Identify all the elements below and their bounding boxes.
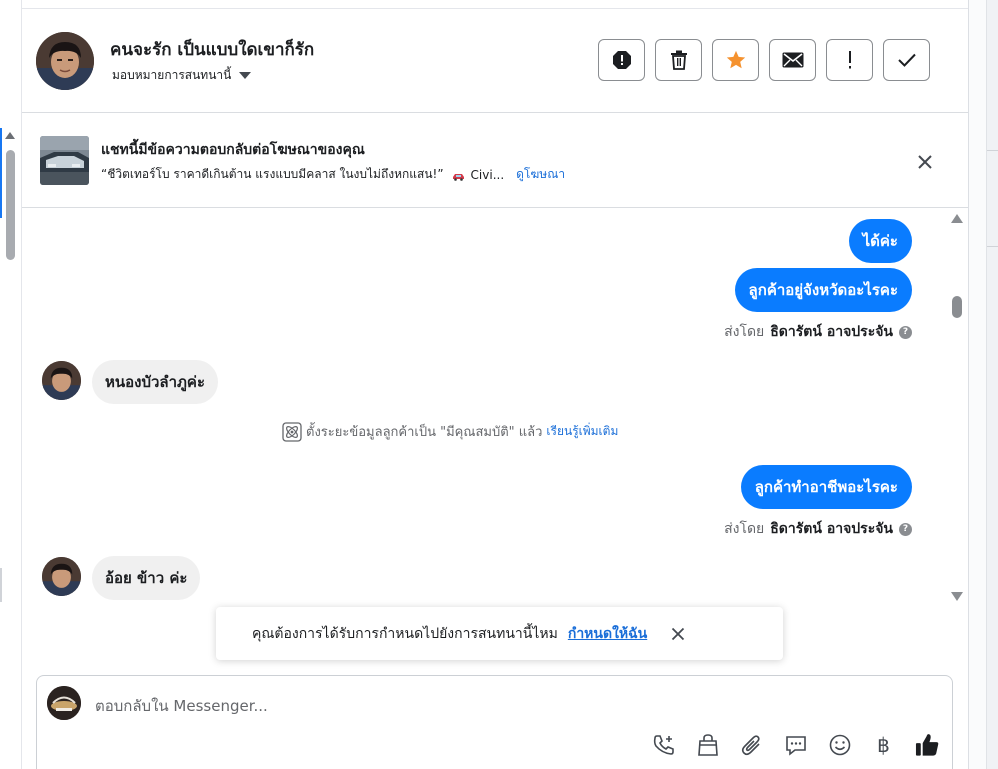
- ad-thumbnail[interactable]: [40, 136, 89, 185]
- attach-button[interactable]: [739, 732, 764, 757]
- thread-scroll-down-arrow[interactable]: [951, 592, 963, 601]
- paperclip-icon: [741, 734, 760, 755]
- assign-prompt-toast: คุณต้องการได้รับการกำหนดไปยังการสนทนานี้…: [216, 607, 783, 660]
- saved-replies-icon: [785, 735, 806, 756]
- assign-prompt-text: คุณต้องการได้รับการกำหนดไปยังการสนทนานี้…: [252, 625, 558, 642]
- thumbs-up-icon: [915, 733, 939, 756]
- system-note-text: ตั้งระยะข้อมูลลูกค้าเป็น "มีคุณสมบัติ" แ…: [306, 425, 543, 440]
- emoji-icon: [829, 734, 850, 755]
- help-icon[interactable]: ?: [899, 522, 912, 536]
- phone-add-button[interactable]: [651, 732, 676, 757]
- system-note: ตั้งระยะข้อมูลลูกค้าเป็น "มีคุณสมบัติ" แ…: [282, 421, 618, 442]
- payment-button[interactable]: ฿: [871, 732, 896, 757]
- message-thread: ได้ค่ะ ลูกค้าอยู่จังหวัดอะไรคะ ส่งโดย ธิ…: [22, 208, 968, 608]
- contact-avatar-small[interactable]: [42, 361, 81, 400]
- shop-button[interactable]: [695, 732, 720, 757]
- conversation-panel: คนจะรัก เป็นแบบใดเขาก็รัก มอบหมายการสนทน…: [22, 0, 968, 769]
- left-scroll-up-arrow[interactable]: [5, 132, 15, 139]
- conversation-header: คนจะรัก เป็นแบบใดเขาก็รัก มอบหมายการสนทน…: [22, 9, 968, 113]
- mark-done-button[interactable]: [883, 39, 930, 81]
- thread-scrollbar-thumb[interactable]: [952, 296, 962, 318]
- contact-name[interactable]: คนจะรัก เป็นแบบใดเขาก็รัก: [110, 36, 314, 63]
- sent-by-prefix: ส่งโดย: [724, 324, 765, 340]
- ad-description: “ชีวิตเทอร์โบ ราคาดีเกินต้าน แรงแบบมีคลา…: [101, 165, 565, 184]
- header-actions: [598, 39, 930, 81]
- close-icon: [672, 627, 685, 640]
- contact-avatar[interactable]: [36, 32, 94, 90]
- assign-to-me-link[interactable]: กำหนดให้ฉัน: [568, 623, 647, 645]
- shopping-bag-icon: [697, 733, 718, 756]
- sent-by-name[interactable]: ธิดารัตน์ อาจประจัน: [770, 518, 893, 540]
- ad-title: แชทนี้มีข้อความตอบกลับต่อโฆษณาของคุณ: [101, 142, 365, 158]
- sent-by-label: ส่งโดย ธิดารัตน์ อาจประจัน ?: [724, 518, 912, 540]
- left-divider-mark: [0, 568, 2, 602]
- composer-tools: ฿: [651, 732, 940, 757]
- ad-reply-banner: แชทนี้มีข้อความตอบกลับต่อโฆษณาของคุณ “ชี…: [22, 113, 968, 208]
- outgoing-message[interactable]: ลูกค้าอยู่จังหวัดอะไรคะ: [734, 268, 912, 312]
- emoji-button[interactable]: [827, 732, 852, 757]
- exclamation-octagon-icon: [612, 51, 631, 69]
- outgoing-message[interactable]: ลูกค้าทำอาชีพอะไรคะ: [740, 465, 912, 509]
- outgoing-message[interactable]: ได้ค่ะ: [848, 219, 912, 263]
- atom-icon: [282, 421, 302, 442]
- delete-button[interactable]: [655, 39, 702, 81]
- help-icon[interactable]: ?: [899, 325, 912, 339]
- sent-by-prefix: ส่งโดย: [724, 521, 765, 537]
- exclamation-icon: [848, 51, 851, 69]
- incoming-message[interactable]: หนองบัวลำภูค่ะ: [92, 360, 219, 404]
- page-avatar: [47, 686, 81, 720]
- selected-indicator: [0, 128, 2, 218]
- envelope-icon: [782, 52, 803, 68]
- ad-quote: “ชีวิตเทอร์โบ ราคาดีเกินต้าน แรงแบบมีคลา…: [101, 167, 444, 181]
- checkmark-icon: [897, 53, 916, 67]
- report-spam-button[interactable]: [598, 39, 645, 81]
- sent-by-name[interactable]: ธิดารัตน์ อาจประจัน: [770, 321, 893, 343]
- like-button[interactable]: [915, 732, 940, 757]
- star-icon: [726, 50, 745, 69]
- contact-avatar-small[interactable]: [42, 557, 81, 596]
- mark-unread-button[interactable]: [769, 39, 816, 81]
- messenger-inbox-window: คนจะรัก เป็นแบบใดเขาก็รัก มอบหมายการสนทน…: [0, 0, 998, 769]
- saved-replies-button[interactable]: [783, 732, 808, 757]
- close-icon: [918, 155, 932, 169]
- star-button[interactable]: [712, 39, 759, 81]
- view-ad-link[interactable]: ดูโฆษณา: [516, 165, 565, 184]
- ad-description-tail: Civi...: [470, 167, 505, 182]
- baht-icon: ฿: [877, 732, 890, 757]
- caret-down-icon: [239, 72, 252, 79]
- close-toast-button[interactable]: [671, 627, 685, 641]
- right-panel-edge: [968, 0, 998, 769]
- right-divider: [987, 150, 998, 151]
- left-panel-edge: [0, 0, 22, 769]
- trash-icon: [670, 50, 687, 70]
- incoming-message[interactable]: อ้อย ข้าว ค่ะ: [92, 556, 201, 600]
- follow-up-button[interactable]: [826, 39, 873, 81]
- phone-add-icon: [653, 734, 674, 755]
- right-divider: [987, 246, 998, 247]
- car-emoji-icon: [452, 170, 465, 181]
- learn-more-link[interactable]: เรียนรู้เพิ่มเติม: [546, 422, 618, 441]
- assign-conversation-dropdown[interactable]: มอบหมายการสนทนานี้: [112, 66, 252, 85]
- message-composer: ตอบกลับใน Messenger... ฿: [36, 675, 953, 769]
- right-panel-inner: [969, 0, 987, 769]
- sent-by-label: ส่งโดย ธิดารัตน์ อาจประจัน ?: [724, 321, 912, 343]
- close-ad-banner-button[interactable]: [912, 149, 938, 175]
- thread-scroll-up-arrow[interactable]: [951, 214, 963, 223]
- left-scrollbar-thumb[interactable]: [6, 150, 15, 260]
- reply-input[interactable]: ตอบกลับใน Messenger...: [95, 694, 268, 718]
- assign-label: มอบหมายการสนทนานี้: [112, 68, 232, 82]
